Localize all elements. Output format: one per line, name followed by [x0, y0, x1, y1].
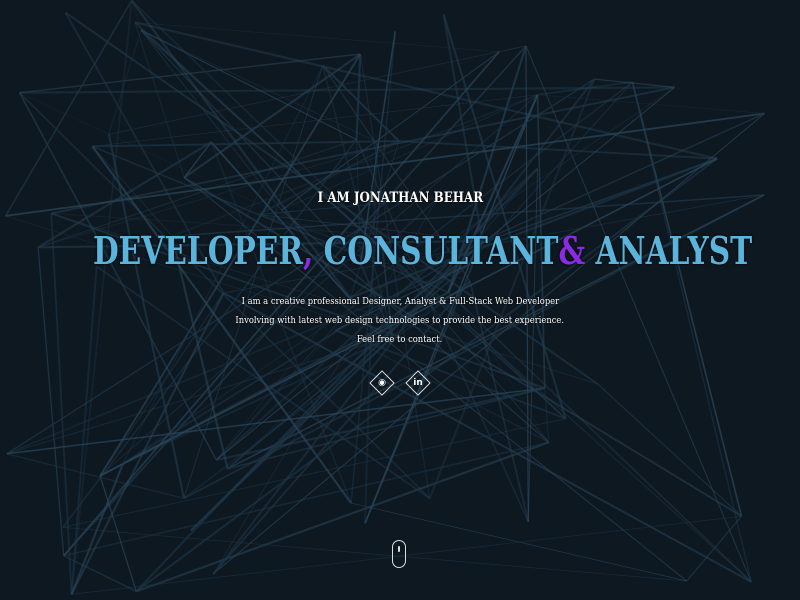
- title-part-analyst: ANALYST: [585, 228, 753, 273]
- main-title: DEVELOPER, CONSULTANT& ANALYST: [0, 228, 800, 273]
- github-icon: ◉: [378, 378, 386, 388]
- github-link[interactable]: ◉: [369, 370, 395, 396]
- social-links: ◉ in: [0, 370, 800, 396]
- intro-heading: I AM JONATHAN BEHAR: [317, 190, 483, 206]
- title-ampersand: &: [558, 228, 586, 273]
- mouse-wheel: [398, 546, 400, 552]
- title-part-consultant: CONSULTANT: [313, 228, 559, 273]
- title-part-developer: DEVELOPER: [92, 228, 304, 273]
- title-comma: ,: [303, 228, 314, 273]
- description: I am a creative professional Designer, A…: [0, 292, 800, 349]
- linkedin-icon: in: [413, 378, 423, 388]
- hero-section: I AM JONATHAN BEHAR DEVELOPER, CONSULTAN…: [0, 0, 800, 600]
- description-line: I am a creative professional Designer, A…: [241, 296, 559, 307]
- scroll-down-mouse-icon[interactable]: [392, 540, 406, 568]
- description-line: Involving with latest web design technol…: [235, 315, 565, 326]
- description-line: Feel free to contact.: [357, 334, 443, 345]
- linkedin-link[interactable]: in: [405, 370, 431, 396]
